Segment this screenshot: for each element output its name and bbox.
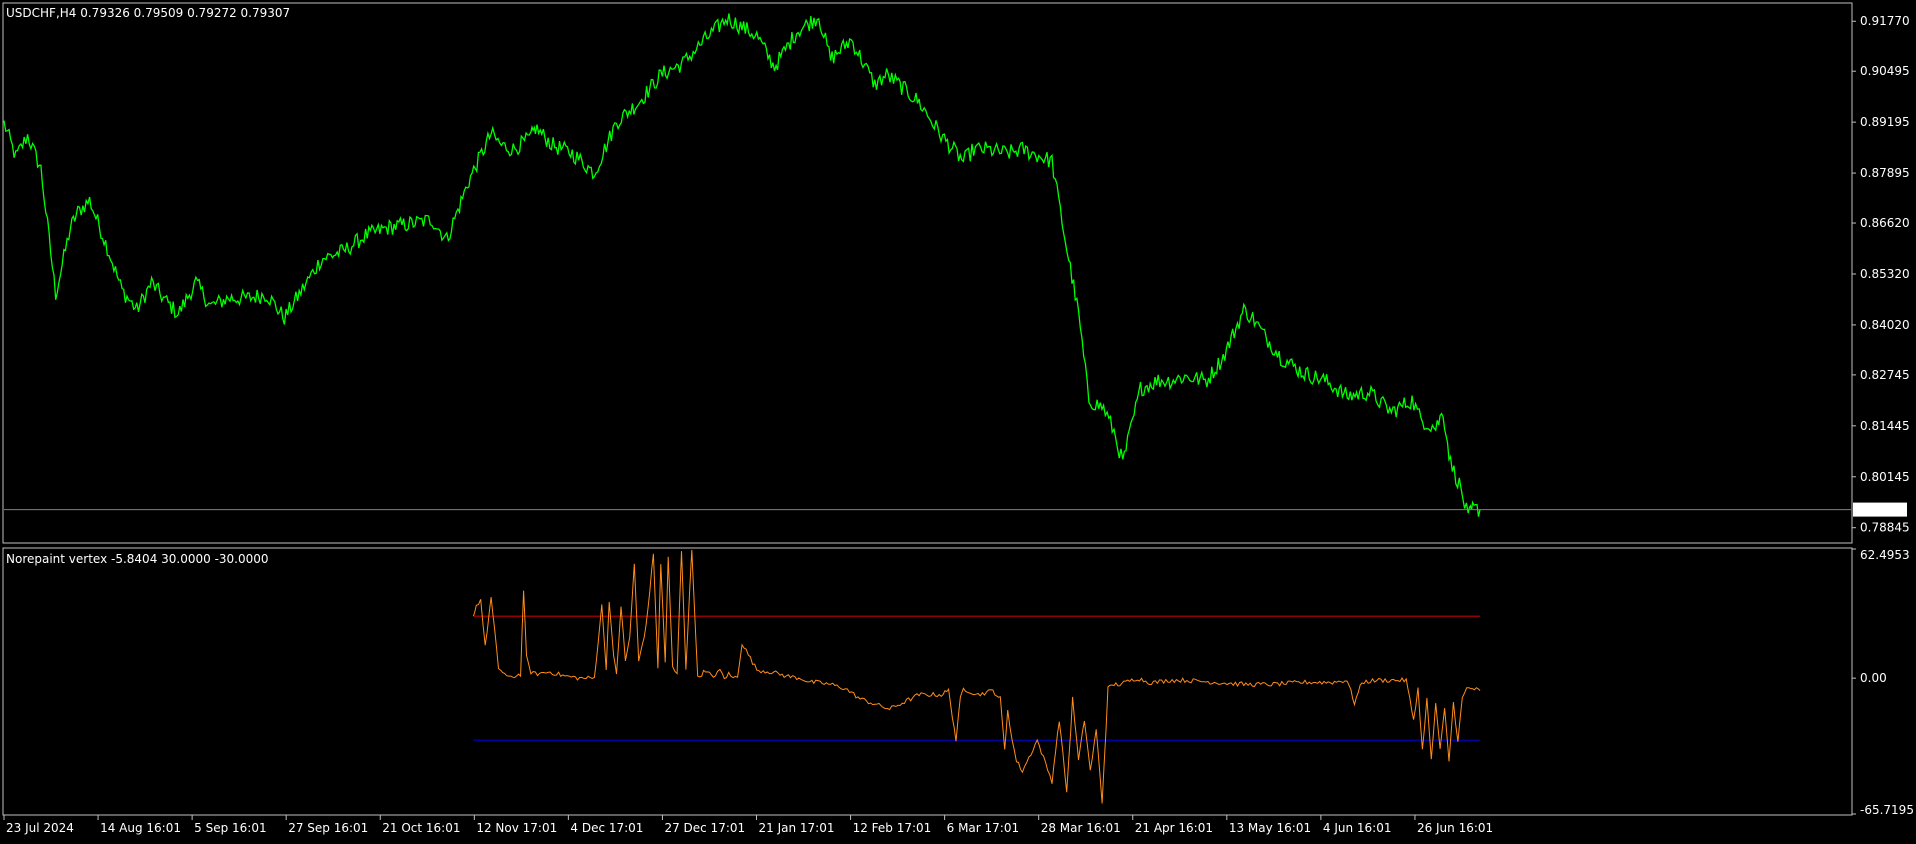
chart-canvas[interactable]: USDCHF,H4 0.79326 0.79509 0.79272 0.7930… <box>0 0 1916 840</box>
time-tick-label: 21 Apr 16:01 <box>1135 821 1213 835</box>
price-tick-label: 0.80145 <box>1860 470 1910 484</box>
time-tick-label: 5 Sep 16:01 <box>194 821 266 835</box>
price-tick-label: 0.81445 <box>1860 419 1910 433</box>
price-tick-label: 0.89195 <box>1860 115 1910 129</box>
chart-background <box>0 0 1916 840</box>
price-tick-label: 0.84020 <box>1860 318 1910 332</box>
time-tick-label: 4 Jun 16:01 <box>1323 821 1392 835</box>
time-tick-label: 4 Dec 17:01 <box>570 821 643 835</box>
indicator-tick-label: 62.4953 <box>1860 548 1910 562</box>
time-tick-label: 27 Sep 16:01 <box>288 821 368 835</box>
main-panel-title: USDCHF,H4 0.79326 0.79509 0.79272 0.7930… <box>6 6 290 20</box>
price-tick-label: 0.82745 <box>1860 368 1910 382</box>
time-tick-label: 27 Dec 17:01 <box>664 821 745 835</box>
indicator-tick-label: 0.00 <box>1860 671 1887 685</box>
time-tick-label: 14 Aug 16:01 <box>100 821 181 835</box>
indicator-panel-title: Norepaint vertex -5.8404 30.0000 -30.000… <box>6 552 269 566</box>
time-tick-label: 13 May 16:01 <box>1229 821 1311 835</box>
time-tick-label: 28 Mar 16:01 <box>1041 821 1121 835</box>
price-tick-label: 0.87895 <box>1860 166 1910 180</box>
price-tick-label: 0.91770 <box>1860 14 1910 28</box>
price-tick-label: 0.90495 <box>1860 64 1910 78</box>
current-price-label: 0.79307 <box>1858 503 1908 517</box>
price-tick-label: 0.85320 <box>1860 267 1910 281</box>
time-tick-label: 23 Jul 2024 <box>6 821 74 835</box>
time-tick-label: 21 Oct 16:01 <box>382 821 460 835</box>
time-tick-label: 26 Jun 16:01 <box>1417 821 1493 835</box>
time-tick-label: 12 Nov 17:01 <box>476 821 557 835</box>
price-tick-label: 0.86620 <box>1860 216 1910 230</box>
time-tick-label: 12 Feb 17:01 <box>853 821 932 835</box>
metatrader-chart-window[interactable]: USDCHF,H4 0.79326 0.79509 0.79272 0.7930… <box>0 0 1916 840</box>
price-tick-label: 0.78845 <box>1860 521 1910 535</box>
time-tick-label: 21 Jan 17:01 <box>759 821 835 835</box>
time-tick-label: 6 Mar 17:01 <box>947 821 1020 835</box>
indicator-tick-label: -65.7195 <box>1860 803 1914 817</box>
